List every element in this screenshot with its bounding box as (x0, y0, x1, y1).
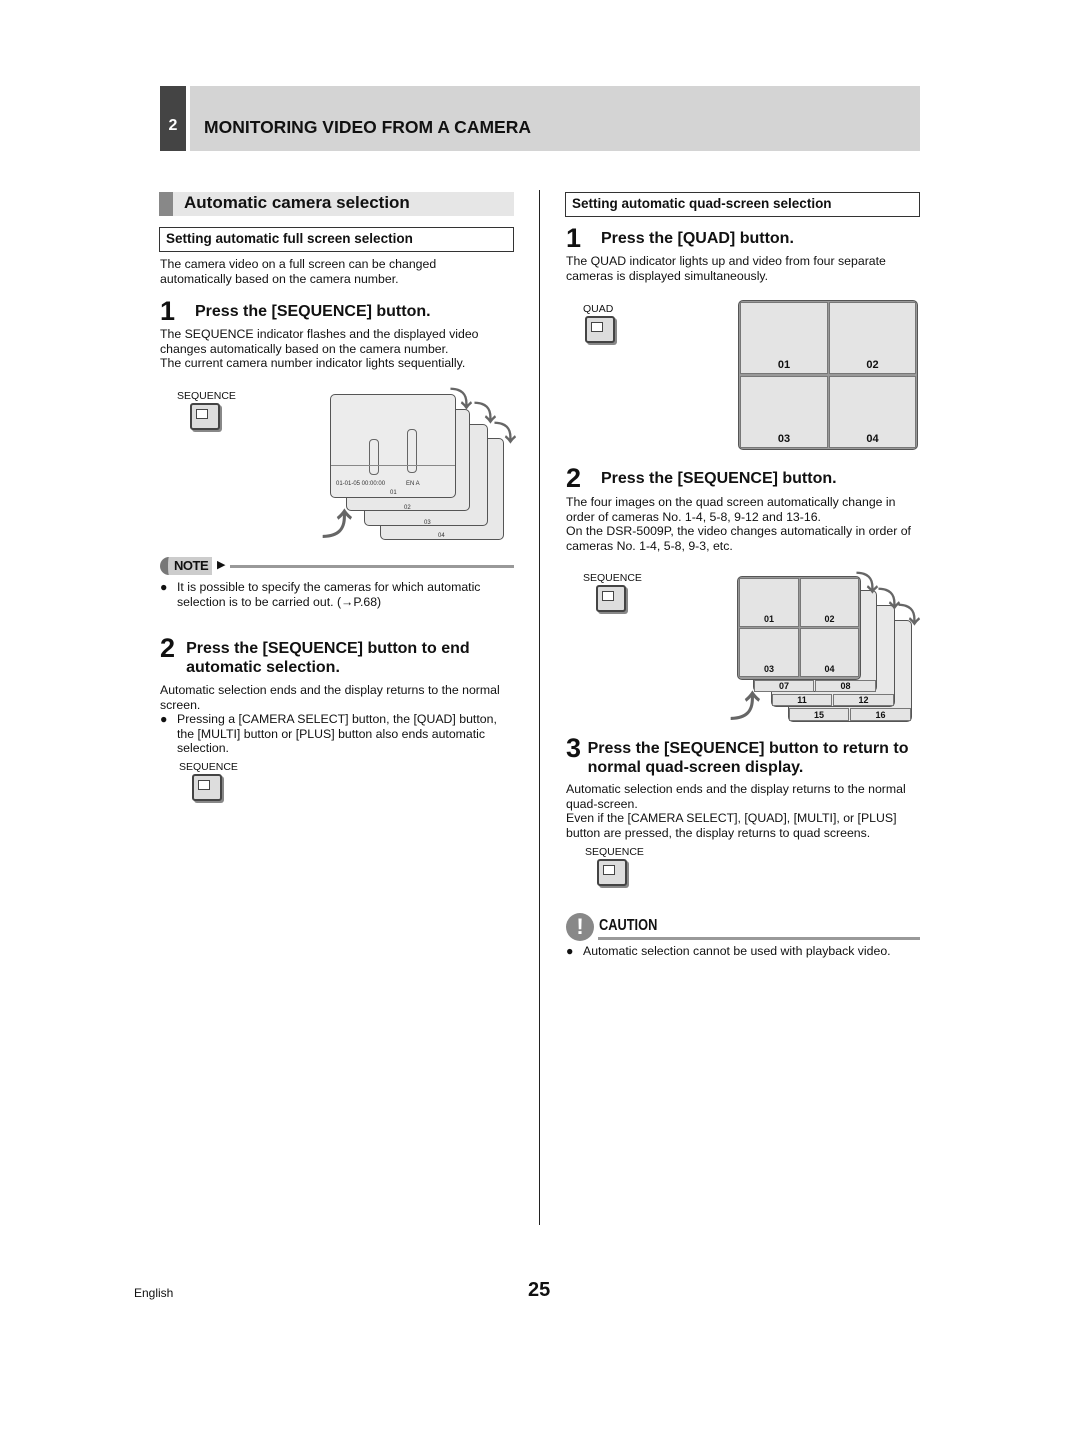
caution-label: CAUTION (599, 917, 658, 934)
sequence-button[interactable] (190, 403, 220, 430)
quad-cell: 16 (850, 708, 911, 721)
cycle-arrow-icon: ⤵ (494, 421, 517, 446)
quad-cell: 11 (772, 694, 832, 706)
step-title: Press the [SEQUENCE] button to return to… (587, 740, 909, 776)
subheading-quad-screen: Setting automatic quad-screen selection (565, 192, 920, 217)
sequence-button-label: SEQUENCE (583, 572, 642, 584)
body-line: On the DSR-5009P, the video changes auto… (566, 524, 911, 553)
body-line: The SEQUENCE indicator flashes and the d… (160, 327, 479, 356)
quad-cell: 04 (800, 628, 859, 677)
overlay-mode: EN A (406, 481, 420, 487)
footer-language: English (134, 1286, 174, 1300)
return-arrow-icon: ⤴ (322, 509, 352, 542)
step-number: 1 (160, 296, 176, 326)
step-title: Press the [SEQUENCE] button. (195, 303, 431, 320)
cycle-arrow-icon: ⤵ (878, 587, 901, 612)
bullet-text: Pressing a [CAMERA SELECT] button, the [… (177, 712, 497, 756)
caution-text: Automatic selection cannot be used with … (583, 944, 891, 958)
cycle-arrow-icon: ⤵ (898, 603, 921, 628)
quad-cell: 03 (739, 628, 799, 677)
step-1-right-body: The QUAD indicator lights up and video f… (566, 254, 886, 283)
step-number: 2 (160, 633, 176, 663)
quad-cell: 07 (754, 680, 814, 692)
chapter-title: MONITORING VIDEO FROM A CAMERA (204, 117, 531, 137)
step-title: Press the [SEQUENCE] button. (601, 470, 837, 487)
step-2-right-body: The four images on the quad screen autom… (566, 495, 921, 553)
subheading-full-screen: Setting automatic full screen selection (159, 227, 514, 252)
body-line: Automatic selection ends and the display… (160, 683, 500, 712)
quad-cell: 01 (740, 302, 828, 374)
sequence-button[interactable] (192, 774, 222, 801)
sequence-button-label: SEQUENCE (585, 846, 644, 858)
overlay-datetime: 01-01-05 00:00:00 (336, 481, 386, 487)
step-3-right: 3 Press the [SEQUENCE] button to return … (566, 735, 921, 777)
body-line: The current camera number indicator ligh… (160, 356, 466, 371)
return-arrow-icon: ⤴ (730, 691, 760, 724)
cycle-arrow-icon: ⤵ (474, 401, 497, 426)
caution-bullet: ● Automatic selection cannot be used with… (566, 944, 891, 958)
note-arrow-icon: ▶ (217, 559, 226, 571)
sequence-button[interactable] (596, 585, 626, 612)
quad-cell: 12 (833, 694, 894, 706)
caution-icon: ! (566, 913, 594, 941)
step-1-left: 1 Press the [SEQUENCE] button. (160, 296, 515, 326)
note-rule (230, 565, 514, 568)
section-title: Automatic camera selection (184, 193, 410, 212)
step-3-right-body: Automatic selection ends and the display… (566, 782, 921, 840)
quad-button-label: QUAD (583, 303, 614, 315)
step-number: 2 (566, 463, 582, 493)
page-number: 25 (528, 1279, 551, 1301)
step-number: 3 (566, 733, 582, 763)
overlay-cam: 01 (390, 490, 397, 496)
body-line: The four images on the quad screen autom… (566, 495, 896, 524)
caution-rule (598, 937, 920, 940)
sequence-button-label: SEQUENCE (179, 761, 238, 773)
step-number: 1 (566, 223, 582, 253)
step-title: Press the [QUAD] button. (601, 230, 794, 247)
quad-screen-illustration: 01 02 03 04 (738, 300, 918, 450)
overlay-cam: 04 (438, 533, 445, 539)
quad-cell: 01 (739, 578, 799, 627)
body-line: Automatic selection ends and the display… (566, 782, 906, 811)
chapter-number-tab: 2 (160, 86, 186, 151)
intro-text: The camera video on a full screen can be… (160, 257, 437, 286)
note-text: It is possible to specify the cameras fo… (177, 580, 481, 609)
sequence-button-label: SEQUENCE (177, 390, 236, 402)
step-2-right: 2 Press the [SEQUENCE] button. (566, 463, 921, 493)
quad-button[interactable] (585, 316, 615, 343)
quad-cell: 04 (829, 376, 916, 448)
quad-cell: 08 (815, 680, 876, 692)
overlay-cam: 02 (404, 505, 411, 511)
step-title: Press the [SEQUENCE] button to end autom… (186, 640, 470, 676)
step-1-right: 1 Press the [QUAD] button. (566, 223, 921, 253)
note-bullet: ● It is possible to specify the cameras f… (160, 580, 510, 609)
note-label: NOTE (174, 558, 209, 573)
quad-cell: 03 (740, 376, 828, 448)
cycle-arrow-icon: ⤵ (856, 571, 879, 596)
quad-cell: 02 (829, 302, 916, 374)
step-2-left: 2 Press the [SEQUENCE] button to end aut… (160, 635, 515, 677)
sequence-button[interactable] (597, 859, 627, 886)
overlay-cam: 03 (424, 520, 431, 526)
cycle-arrow-icon: ⤵ (450, 387, 473, 412)
quad-cell: 02 (800, 578, 859, 627)
step-1-body: The SEQUENCE indicator flashes and the d… (160, 327, 515, 371)
quad-cell: 15 (789, 708, 849, 721)
column-divider (539, 190, 540, 1225)
step-2-body: Automatic selection ends and the display… (160, 683, 515, 756)
body-line: Even if the [CAMERA SELECT], [QUAD], [MU… (566, 811, 897, 840)
